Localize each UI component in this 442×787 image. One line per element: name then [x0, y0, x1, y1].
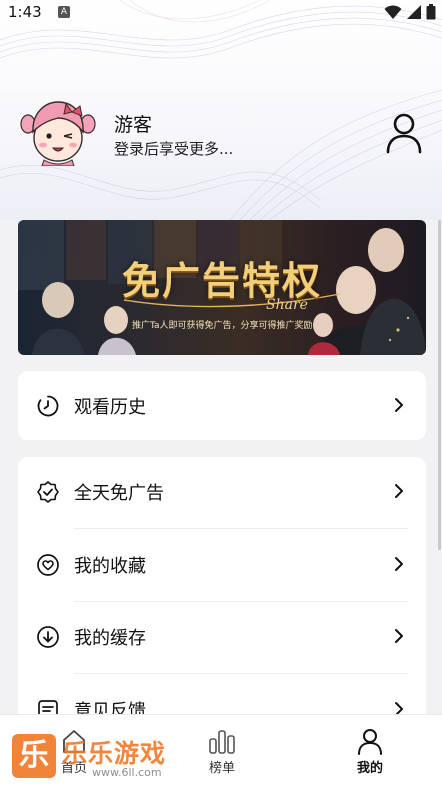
watermark: 乐 乐乐游戏 www.6ll.com: [12, 730, 182, 782]
chevron-right-icon: [395, 398, 403, 412]
avatar[interactable]: [20, 98, 96, 167]
nav-ranking[interactable]: 榜单: [182, 723, 262, 783]
person-icon: [358, 729, 382, 755]
login-hint[interactable]: 登录后享受更多...: [114, 138, 233, 159]
watermark-url: www.6ll.com: [92, 766, 162, 779]
cellular-signal-icon: [407, 5, 421, 19]
watermark-logo: 乐: [12, 734, 56, 778]
status-time: 1:43: [8, 3, 42, 21]
menu-item-favorites[interactable]: 我的收藏: [18, 530, 426, 600]
banner-share-text: Share: [266, 297, 308, 313]
chevron-right-icon: [395, 557, 403, 571]
chevron-right-icon: [395, 484, 403, 498]
download-icon: [37, 626, 59, 648]
chevron-right-icon: [395, 629, 403, 643]
status-icons: [384, 4, 436, 20]
menu-item-label: 全天免广告: [74, 483, 164, 504]
status-bar: 1:43 A: [0, 0, 442, 28]
menu-item-label: 我的收藏: [74, 556, 146, 577]
history-clock-icon: [37, 395, 59, 417]
notification-icon: A: [58, 6, 70, 18]
scrollbar[interactable]: [438, 220, 441, 550]
username[interactable]: 游客: [114, 110, 152, 137]
wifi-icon: [384, 5, 402, 19]
nav-mine-label: 我的: [356, 761, 383, 776]
favorite-heart-icon: [37, 554, 59, 576]
check-shield-icon: [37, 481, 59, 503]
ranking-icon: [209, 730, 235, 754]
battery-icon: [426, 4, 436, 20]
menu-item-downloads[interactable]: 我的缓存: [18, 602, 426, 672]
menu-item-label: 我的缓存: [74, 628, 146, 649]
banner-caption: 推广Ta人即可获得免广告，分享可得推广奖励: [132, 321, 313, 331]
divider: [74, 528, 408, 529]
nav-mine[interactable]: 我的: [330, 723, 410, 783]
nav-ranking-label: 榜单: [208, 761, 235, 776]
history-label: 观看历史: [74, 397, 146, 418]
history-card: 观看历史: [18, 371, 426, 440]
history-row[interactable]: 观看历史: [18, 371, 426, 441]
menu-card: 全天免广告 我的收藏 我的缓存 意见反馈: [18, 457, 426, 727]
divider: [74, 673, 408, 674]
user-profile-icon[interactable]: [384, 112, 424, 154]
watermark-text: 乐乐游戏: [62, 739, 167, 768]
promo-banner[interactable]: 免广告特权 Share 推广Ta人即可获得免广告，分享可得推广奖励: [18, 220, 426, 355]
menu-item-no-ads[interactable]: 全天免广告: [18, 457, 426, 527]
